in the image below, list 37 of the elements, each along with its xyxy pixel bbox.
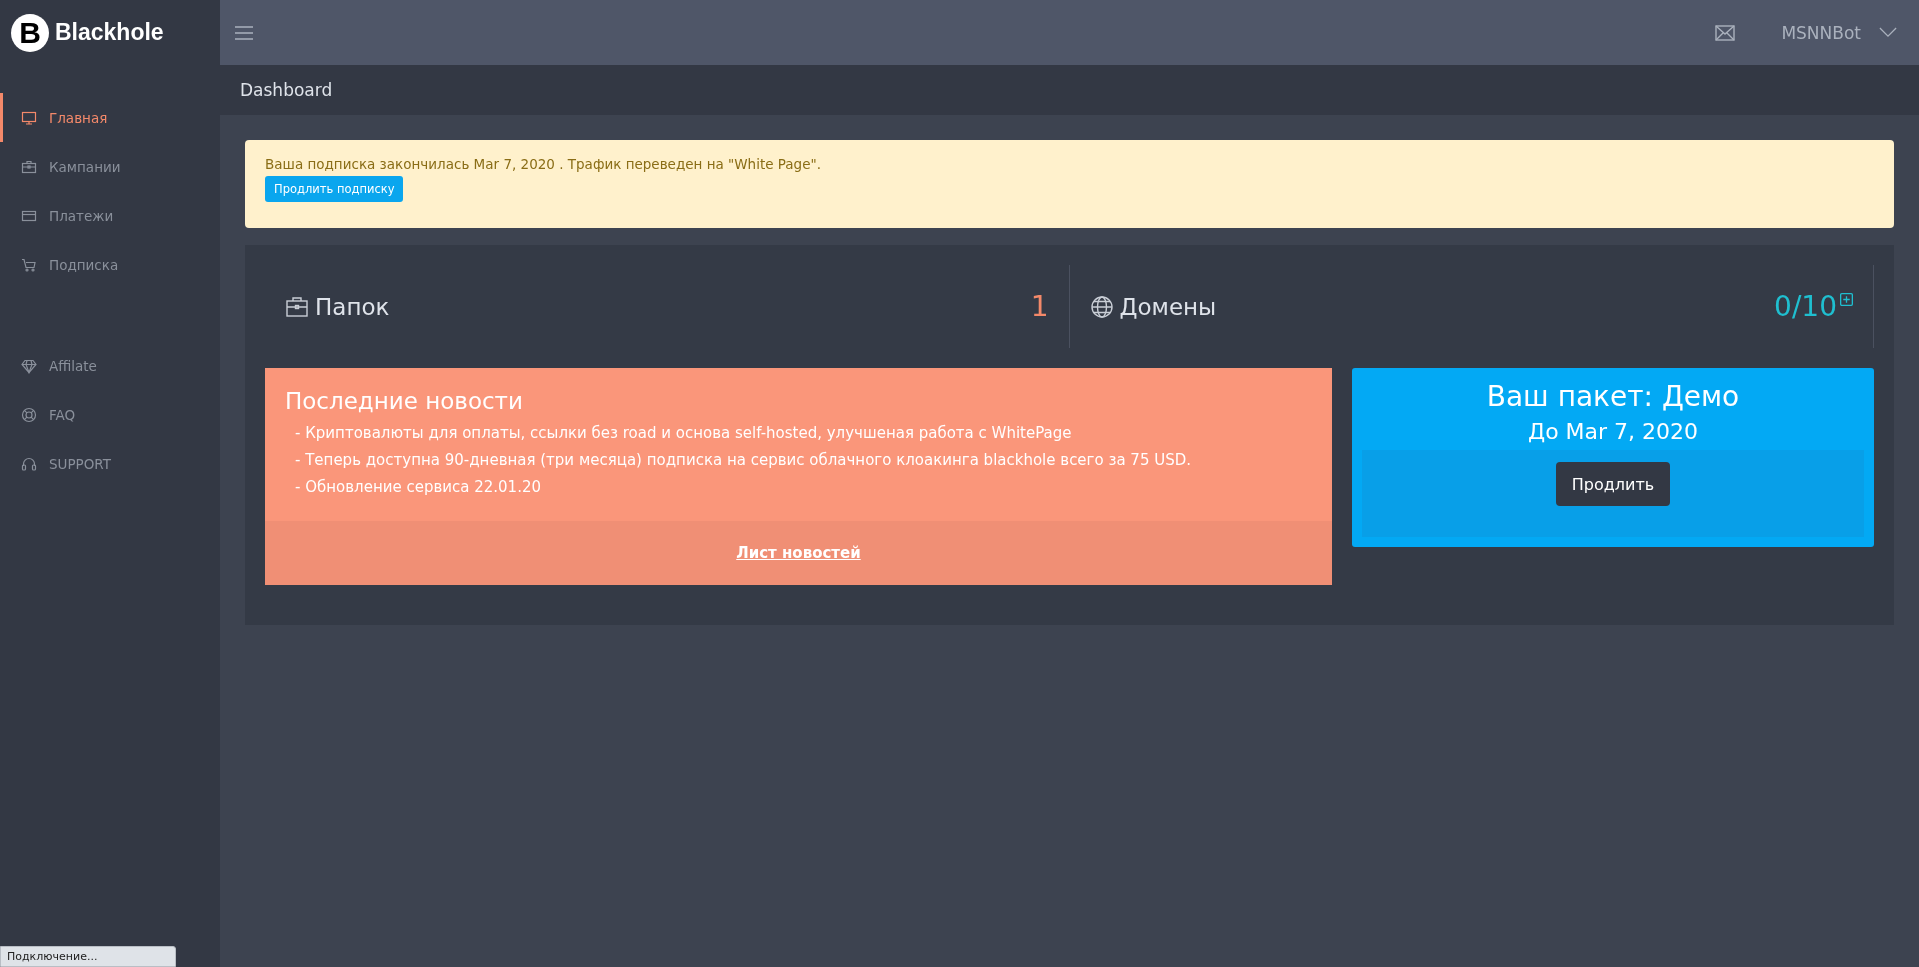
menu-icon[interactable] [235,25,253,40]
brand-name: Blackhole [55,19,164,46]
news-item: - Обновление сервиса 22.01.20 [294,477,543,498]
sidebar-item[interactable]: Affilate [0,341,220,390]
news-title: Последние новости [285,388,524,414]
stat-label: Домены [1119,293,1217,320]
renew-subscription-button[interactable]: Продлить подписку [265,176,404,202]
sidebar-item[interactable]: Кампании [0,142,220,191]
stat-value: 0/10 [1774,290,1837,323]
add-icon[interactable] [1840,293,1853,306]
lifebuoy-icon [21,406,37,423]
diamond-icon [21,357,37,374]
alert-text: Ваша подписка закончилась Mar 7, 2020 . Трафик переведен на "White Page". [265,156,822,172]
sidebar-item[interactable]: Платежи [0,191,220,240]
news-list-link[interactable]: Лист новостей [736,544,861,562]
page-title: Dashboard [240,80,333,100]
package-title: Ваш пакет: Демо [1486,380,1740,413]
cart-icon [21,256,37,273]
globe-icon [1089,294,1114,319]
user-menu[interactable]: MSNNBot [1781,22,1861,43]
stat-label: Папок [315,293,390,320]
sidebar-item[interactable]: FAQ [0,390,220,439]
chevron-down-icon[interactable] [1879,27,1897,38]
briefcase-icon [285,294,309,319]
sidebar-item[interactable]: SUPPORT [0,439,220,488]
browser-status-bar: Подключение... [0,946,176,967]
logo-icon: B [11,13,49,52]
briefcase-icon [21,158,37,175]
news-item: - Криптовалюты для оплаты, ссылки без road и основа self-hosted, улучшеная работа с WhitePage [294,423,1073,444]
news-item: - Теперь доступна 90-дневная (три месяца) подписка на сервис облачного клоакинга blackhole всего за 75 USD. [294,450,1193,471]
renew-button[interactable]: Продлить [1555,462,1671,506]
mail-icon[interactable] [1715,24,1736,41]
headset-icon [21,455,37,472]
monitor-icon [21,109,37,126]
stat-value: 1 [1030,290,1049,323]
sidebar-item[interactable]: Подписка [0,240,220,289]
package-expiry: До Mar 7, 2020 [1527,419,1699,444]
